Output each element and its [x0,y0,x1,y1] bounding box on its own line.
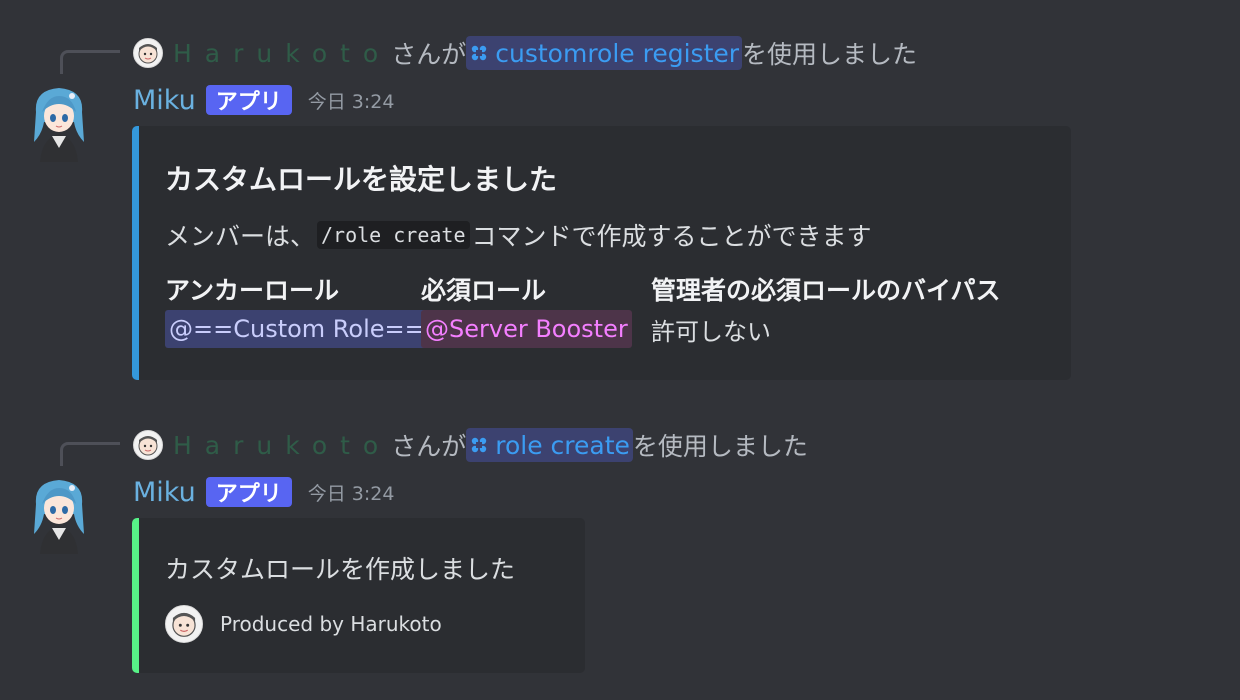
field-name: 必須ロール [421,276,547,305]
embed: カスタムロールを作成しました Produced by Harukoto [132,518,585,673]
embed-field-anchor-role: アンカーロール @==Custom Role== [165,272,429,348]
harukoto-avatar-icon [138,44,158,64]
slash-command-icon [472,45,487,61]
embed-description-after: コマンドで作成することができます [471,222,872,251]
embed-title: カスタムロールを設定しました [165,163,558,196]
field-value-text: 許可しない [651,317,771,346]
embed-color-bar [132,126,139,380]
app-badge: アプリ [205,477,292,507]
embed: カスタムロールを設定しました メンバーは、 /role create コマンドで… [132,126,1071,380]
message-header: Miku アプリ 今日 3:24 [133,82,394,118]
reply-context[interactable]: Harukoto さんが customrole register を使用しました [133,36,917,70]
field-value: @==Custom Role== [165,310,429,348]
slash-command-icon [472,437,487,453]
author-avatar[interactable] [28,474,90,554]
slash-command-label: role create [495,430,630,460]
message-header: Miku アプリ 今日 3:24 [133,474,394,510]
reply-context[interactable]: Harukoto さんが role create を使用しました [133,428,808,462]
footer-text: Produced by Harukoto [220,612,442,636]
footer-avatar [165,605,203,643]
reply-avatar[interactable] [133,430,163,460]
miku-avatar-icon [34,88,84,162]
miku-avatar-icon [34,480,84,554]
reply-text-after: を使用しました [632,432,808,461]
harukoto-avatar-icon [138,436,158,456]
embed-description: カスタムロールを作成しました [165,555,516,584]
reply-text-after: を使用しました [742,40,918,69]
inline-code: /role create [317,221,470,249]
embed-field-bypass: 管理者の必須ロールのバイパス 許可しない [651,272,1001,346]
field-name: 管理者の必須ロールのバイパス [651,276,1001,305]
author-avatar[interactable] [28,82,90,162]
author-name[interactable]: Miku [133,85,196,116]
embed-color-bar [132,518,139,673]
timestamp[interactable]: 今日 3:24 [308,479,395,506]
reply-username[interactable]: Harukoto [173,431,391,460]
harukoto-avatar-icon [172,612,196,637]
timestamp[interactable]: 今日 3:24 [308,87,395,114]
author-name[interactable]: Miku [133,477,196,508]
field-value: 許可しない [651,312,1001,346]
reply-text-before: さんが [391,432,467,461]
reply-avatar[interactable] [133,38,163,68]
embed-description-before: メンバーは、 [165,222,316,251]
slash-command-mention[interactable]: role create [466,428,633,462]
field-name: アンカーロール [165,276,340,305]
reply-text-before: さんが [391,40,467,69]
embed-field-required-role: 必須ロール @Server Booster [421,272,632,348]
slash-command-label: customrole register [495,38,740,68]
slash-command-mention[interactable]: customrole register [466,36,743,70]
reply-spine [60,50,120,74]
embed-footer: Produced by Harukoto [165,604,442,644]
role-mention[interactable]: @Server Booster [421,310,632,348]
field-value: @Server Booster [421,310,632,348]
embed-description: メンバーは、 /role create コマンドで作成することができます [165,218,872,252]
app-badge: アプリ [205,85,292,115]
reply-username[interactable]: Harukoto [173,39,391,68]
reply-spine [60,442,120,466]
role-mention[interactable]: @==Custom Role== [165,310,429,348]
